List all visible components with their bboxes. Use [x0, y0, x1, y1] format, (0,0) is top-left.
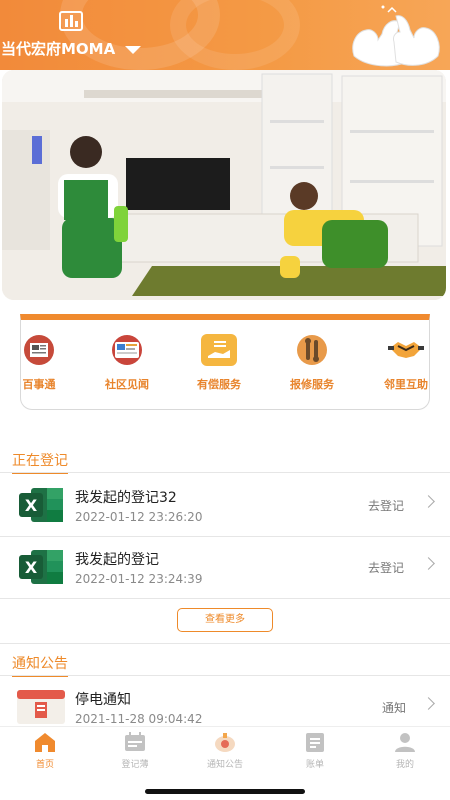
- register-title: 我发起的登记32: [75, 490, 177, 506]
- heart-hands-icon: [352, 5, 440, 67]
- view-more-button[interactable]: 查看更多: [177, 608, 273, 632]
- register-action[interactable]: 去登记: [368, 559, 404, 576]
- home-page: 当代宏府MOMA 百事通 社区见闻 有偿服务 报修服务 邻里互助 正在登记 X …: [0, 0, 450, 800]
- register-icon: [123, 731, 147, 753]
- svg-text:X: X: [25, 558, 38, 577]
- tab-bill[interactable]: 账单: [280, 731, 350, 770]
- svg-text:X: X: [25, 496, 38, 515]
- community-selector[interactable]: 当代宏府MOMA: [1, 38, 142, 59]
- home-indicator: [145, 789, 305, 794]
- tab-home[interactable]: 首页: [10, 731, 80, 770]
- service-linlihuzhu[interactable]: 邻里互助: [366, 334, 446, 392]
- handshake-icon: [388, 334, 424, 366]
- tab-profile[interactable]: 我的: [370, 731, 440, 770]
- newspaper-icon: [21, 334, 57, 366]
- caret-down-icon: [125, 45, 142, 54]
- bottom-tab-bar: 首页 登记薄 通知公告 账单 我的: [0, 726, 450, 772]
- community-name: 当代宏府MOMA: [1, 40, 116, 58]
- register-title: 我发起的登记: [75, 552, 159, 568]
- tab-notices[interactable]: 通知公告: [190, 731, 260, 770]
- screen-icon: [109, 334, 145, 366]
- tab-register[interactable]: 登记薄: [100, 731, 170, 770]
- register-action[interactable]: 去登记: [368, 497, 404, 514]
- building-icon: [59, 11, 83, 31]
- register-row[interactable]: X 我发起的登记32 2022-01-12 23:26:20 去登记: [0, 474, 450, 536]
- home-icon: [33, 731, 57, 753]
- service-shequjianwen[interactable]: 社区见闻: [87, 334, 167, 392]
- service-hand-icon: [201, 334, 237, 366]
- register-row[interactable]: X 我发起的登记 2022-01-12 23:24:39 去登记: [0, 536, 450, 598]
- service-youchangfuwu[interactable]: 有偿服务: [179, 334, 259, 392]
- header: 当代宏府MOMA: [0, 0, 450, 70]
- excel-icon: X: [19, 488, 63, 522]
- notice-type: 通知: [382, 701, 407, 715]
- profile-icon: [393, 731, 417, 753]
- service-baishitong[interactable]: 百事通: [0, 334, 79, 392]
- calendar-icon: [17, 690, 65, 724]
- register-time: 2022-01-12 23:26:20: [75, 510, 203, 524]
- service-grid: 百事通 社区见闻 有偿服务 报修服务 邻里互助: [20, 314, 430, 410]
- notice-icon: [213, 731, 237, 753]
- register-time: 2022-01-12 23:24:39: [75, 572, 203, 586]
- excel-icon: X: [19, 550, 63, 584]
- chevron-right-icon: [422, 495, 435, 508]
- bill-icon: [303, 731, 327, 753]
- banner-image[interactable]: [2, 70, 446, 300]
- section-title-notices: 通知公告: [12, 653, 68, 677]
- chevron-right-icon: [422, 557, 435, 570]
- notice-title: 停电通知: [75, 692, 131, 708]
- tools-icon: [294, 334, 330, 366]
- service-baoxiufuwu[interactable]: 报修服务: [272, 334, 352, 392]
- cleaning-scene-image: [2, 70, 446, 300]
- section-title-registering: 正在登记: [12, 450, 68, 474]
- notice-time: 2021-11-28 09:04:42: [75, 712, 203, 726]
- chevron-right-icon: [422, 697, 435, 710]
